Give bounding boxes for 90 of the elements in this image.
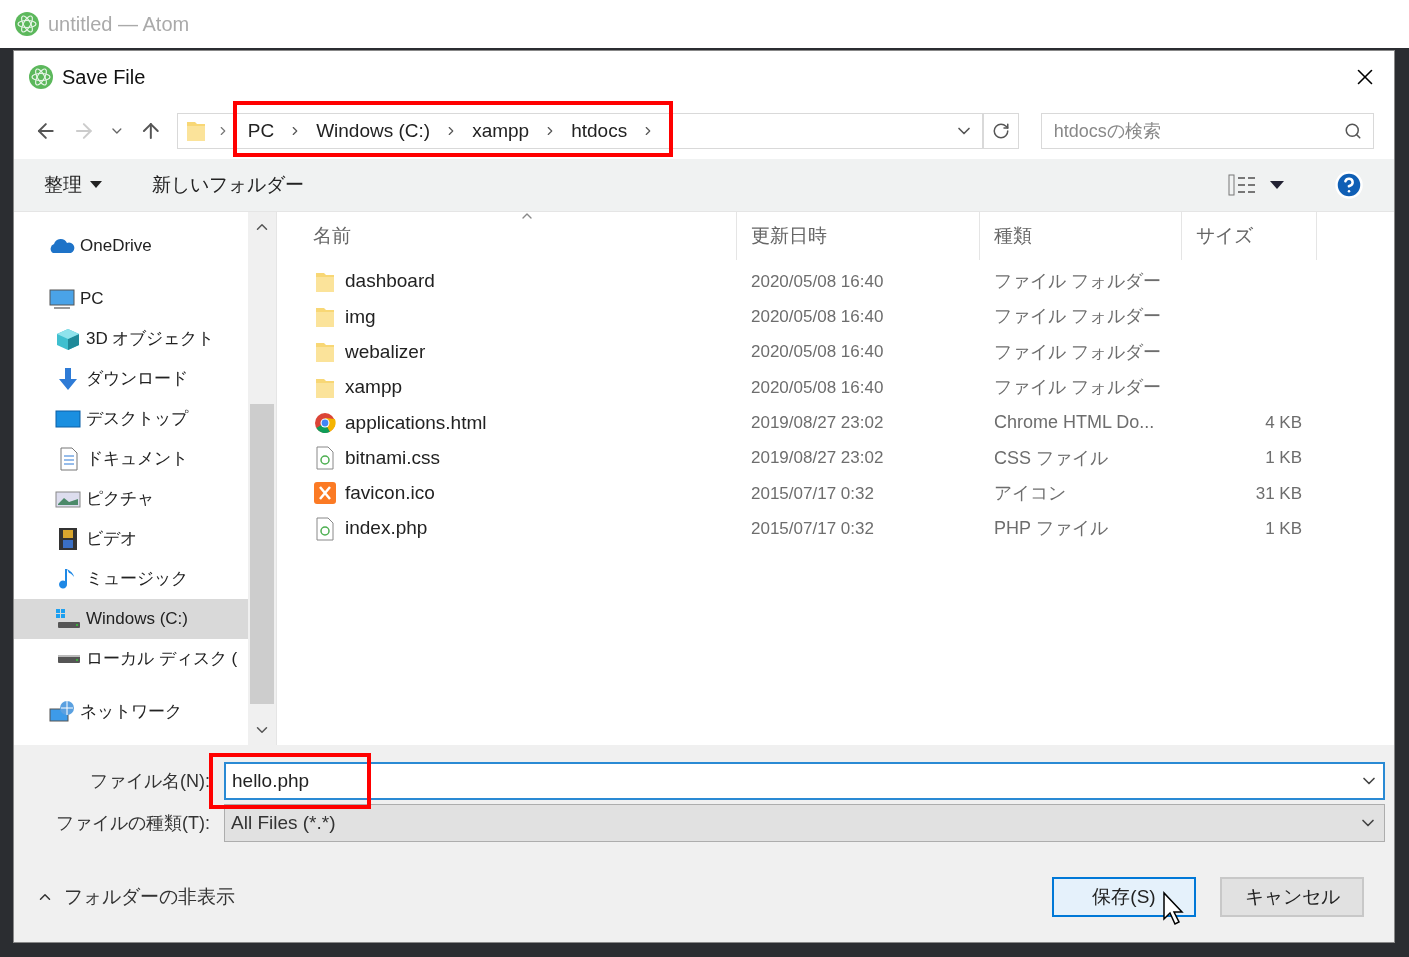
- refresh-icon: [992, 122, 1010, 140]
- drive-icon: [54, 607, 82, 631]
- modified-date: 2019/08/27 23:02: [750, 412, 885, 435]
- file-size: 4 KB: [1264, 412, 1302, 435]
- nav-item[interactable]: ドキュメント: [14, 439, 248, 479]
- file-type: PHP ファイル: [993, 517, 1109, 541]
- file-name: img: [345, 304, 376, 329]
- new-folder-button[interactable]: 新しいフォルダー: [152, 170, 304, 200]
- file-type: アイコン: [993, 481, 1067, 505]
- organize-menu[interactable]: 整理: [44, 170, 102, 200]
- search-field[interactable]: htdocsの検索: [1040, 113, 1374, 149]
- nav-item[interactable]: 3D オブジェクト: [14, 319, 248, 359]
- dialog-title: Save File: [62, 65, 146, 90]
- file-row[interactable]: webalizer 2020/05/08 16:40 ファイル フォルダー: [299, 334, 1394, 370]
- atom-icon: [28, 64, 54, 90]
- modified-date: 2020/05/08 16:40: [750, 376, 885, 399]
- column-header[interactable]: サイズ: [1182, 212, 1317, 260]
- atom-icon: [14, 11, 40, 37]
- modified-date: 2020/05/08 16:40: [750, 270, 885, 293]
- file-row[interactable]: index.php 2015/07/17 0:32 PHP ファイル 1 KB: [299, 511, 1394, 547]
- scrollbar[interactable]: [248, 212, 276, 745]
- cancel-button[interactable]: キャンセル: [1220, 877, 1364, 917]
- network-icon: [48, 700, 76, 724]
- modified-date: 2019/08/27 23:02: [750, 447, 885, 470]
- file-size: 1 KB: [1264, 447, 1302, 470]
- file-row[interactable]: favicon.ico 2015/07/17 0:32 アイコン 31 KB: [299, 475, 1394, 512]
- help-icon[interactable]: [1334, 170, 1364, 200]
- file-row[interactable]: xampp 2020/05/08 16:40 ファイル フォルダー: [299, 369, 1394, 406]
- desktop-icon: [54, 407, 82, 431]
- window-title: untitled — Atom: [48, 12, 190, 37]
- breadcrumb-item[interactable]: htdocs: [571, 116, 628, 146]
- modified-date: 2015/07/17 0:32: [750, 482, 875, 505]
- file-name: applications.html: [345, 410, 487, 435]
- cursor-icon: [1162, 891, 1186, 927]
- nav-item[interactable]: ピクチャ: [14, 479, 248, 519]
- breadcrumb-item[interactable]: Windows (C:): [316, 116, 431, 146]
- nav-item[interactable]: PC: [14, 279, 248, 319]
- file-type: ファイル フォルダー: [993, 305, 1162, 329]
- file-type: Chrome HTML Do...: [993, 411, 1156, 435]
- file-type: ファイル フォルダー: [993, 340, 1162, 364]
- filename-field[interactable]: hello.php: [224, 762, 1385, 800]
- caret-icon[interactable]: [1270, 181, 1284, 189]
- search-icon: [1343, 122, 1362, 140]
- file-size: 31 KB: [1254, 482, 1302, 505]
- file-name: dashboard: [345, 269, 435, 294]
- modified-date: 2015/07/17 0:32: [750, 517, 875, 540]
- file-type: CSS ファイル: [993, 446, 1109, 470]
- filetype-dropdown[interactable]: All Files (*.*): [224, 804, 1385, 842]
- column-header[interactable]: 更新日時: [737, 212, 980, 260]
- breadcrumb-item[interactable]: PC: [247, 116, 275, 146]
- nav-item[interactable]: Windows (C:): [14, 599, 248, 639]
- folder-icon: [313, 340, 337, 365]
- refresh-button[interactable]: [983, 113, 1019, 149]
- file-name: webalizer: [345, 340, 426, 364]
- nav-item[interactable]: OneDrive: [14, 226, 248, 266]
- save-button[interactable]: 保存(S): [1052, 877, 1196, 917]
- caret-icon: [90, 181, 102, 189]
- file-row[interactable]: bitnami.css 2019/08/27 23:02 CSS ファイル 1 KB: [299, 440, 1394, 476]
- script-file-icon: [313, 446, 337, 471]
- file-type: ファイル フォルダー: [993, 376, 1162, 400]
- breadcrumb-item[interactable]: xampp: [472, 116, 530, 146]
- file-name: index.php: [345, 516, 428, 541]
- filetype-label: ファイルの種類(T):: [55, 811, 211, 835]
- monitor-icon: [48, 287, 76, 311]
- file-name: xampp: [345, 375, 403, 400]
- file-size: 1 KB: [1264, 517, 1302, 540]
- file-row[interactable]: img 2020/05/08 16:40 ファイル フォルダー: [299, 299, 1394, 335]
- nav-item[interactable]: ミュージック: [14, 559, 248, 599]
- file-name: favicon.ico: [345, 481, 435, 506]
- nav-item[interactable]: ダウンロード: [14, 359, 248, 399]
- file-row[interactable]: dashboard 2020/05/08 16:40 ファイル フォルダー: [299, 264, 1394, 300]
- file-name: bitnami.css: [345, 445, 441, 470]
- nav-item[interactable]: ビデオ: [14, 519, 248, 559]
- modified-date: 2020/05/08 16:40: [750, 306, 885, 329]
- cube-icon: [54, 327, 82, 351]
- chrome-icon: [313, 410, 337, 435]
- view-icon[interactable]: [1228, 174, 1258, 196]
- nav-item[interactable]: ローカル ディスク (: [14, 639, 248, 679]
- nav-item[interactable]: デスクトップ: [14, 399, 248, 439]
- nav-item[interactable]: ネットワーク: [14, 692, 248, 732]
- script-file-icon: [313, 516, 337, 541]
- address-bar[interactable]: PC Windows (C:) xampp htdocs: [176, 113, 984, 149]
- file-row[interactable]: applications.html 2019/08/27 23:02 Chrome HTML Do... 4 KB: [299, 405, 1394, 441]
- xampp-icon: [313, 481, 337, 506]
- modified-date: 2020/05/08 16:40: [750, 341, 885, 364]
- file-type: ファイル フォルダー: [993, 270, 1162, 294]
- hide-folders-button[interactable]: フォルダーの非表示: [36, 882, 235, 912]
- column-header[interactable]: 名前: [299, 212, 737, 260]
- column-header[interactable]: 種類: [980, 212, 1182, 260]
- filename-label: ファイル名(N):: [89, 769, 211, 793]
